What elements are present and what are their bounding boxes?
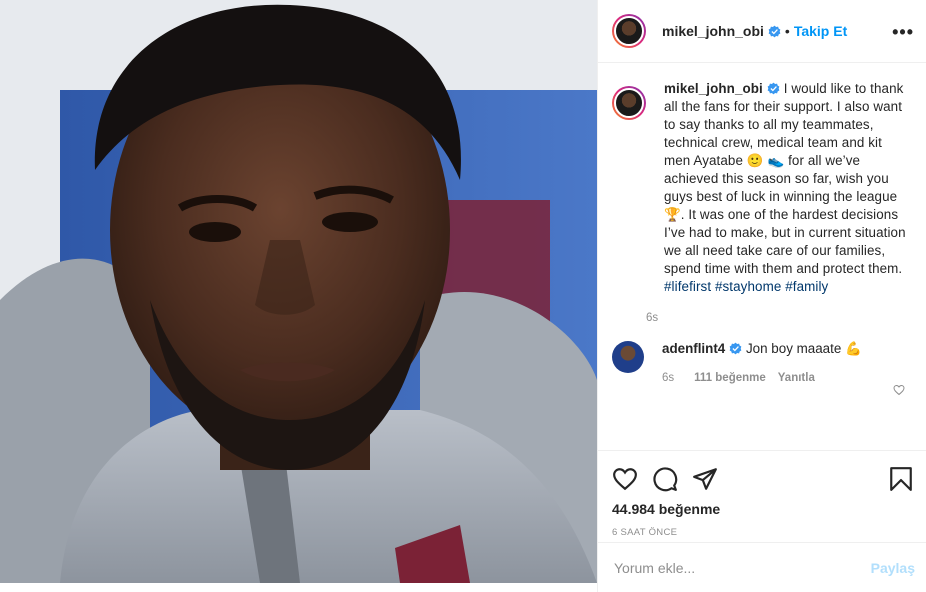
comments-section: mikel_john_obi I would like to thank all… bbox=[598, 64, 926, 450]
post-photo[interactable] bbox=[0, 0, 597, 583]
follow-button[interactable]: Takip Et bbox=[794, 23, 847, 39]
hashtag-lifefirst[interactable]: #lifefirst bbox=[664, 279, 711, 294]
header-separator: • bbox=[784, 23, 790, 39]
caption-part-3: . It was one of the hardest decisions I’… bbox=[664, 207, 906, 276]
comment-row: adenflint4 Jon boy maaate 💪 6s 111 beğenm… bbox=[612, 340, 913, 384]
caption-row: mikel_john_obi I would like to thank all… bbox=[612, 80, 913, 324]
flexed-biceps-emoji: 💪 bbox=[845, 341, 862, 356]
caption-author-avatar[interactable] bbox=[612, 86, 646, 120]
hashtag-family[interactable]: #family bbox=[785, 279, 828, 294]
action-icons-bar bbox=[612, 459, 913, 499]
post-time-ago[interactable]: 6 SAAT ÖNCE bbox=[612, 527, 913, 538]
post-actions: 44.984 beğenme 6 SAAT ÖNCE bbox=[598, 450, 926, 538]
comment-body: Jon boy maaate bbox=[745, 341, 842, 356]
commenter-avatar[interactable] bbox=[612, 341, 644, 373]
comment-text: adenflint4 Jon boy maaate 💪 bbox=[662, 340, 862, 358]
share-icon[interactable] bbox=[692, 466, 718, 492]
author-username[interactable]: mikel_john_obi bbox=[662, 23, 764, 39]
reply-button[interactable]: Yanıtla bbox=[778, 372, 815, 384]
add-comment-bar: Paylaş bbox=[598, 542, 926, 592]
likes-count[interactable]: 44.984 beğenme bbox=[612, 501, 913, 517]
verified-badge-icon bbox=[768, 25, 781, 37]
verified-badge-icon bbox=[729, 342, 742, 355]
post-header: mikel_john_obi • Takip Et ••• bbox=[598, 0, 926, 63]
post-comment-button[interactable]: Paylaş bbox=[871, 560, 915, 576]
comment-input[interactable] bbox=[614, 559, 871, 576]
comment-icon[interactable] bbox=[652, 466, 678, 492]
heart-icon[interactable] bbox=[612, 466, 638, 492]
trophy-emoji: 🏆 bbox=[664, 207, 681, 222]
caption-username[interactable]: mikel_john_obi bbox=[664, 81, 763, 96]
caption-text: mikel_john_obi I would like to thank all… bbox=[664, 80, 910, 296]
commenter-username[interactable]: adenflint4 bbox=[662, 341, 725, 356]
hashtag-stayhome[interactable]: #stayhome bbox=[715, 279, 781, 294]
slightly-smiling-emoji: 🙂 bbox=[746, 153, 764, 168]
more-options-icon[interactable]: ••• bbox=[892, 22, 914, 43]
comment-like-heart-icon[interactable] bbox=[893, 384, 905, 396]
verified-badge-icon bbox=[767, 82, 780, 95]
player-portrait-image bbox=[0, 0, 597, 583]
caption-time[interactable]: 6s bbox=[646, 312, 910, 324]
bookmark-icon[interactable] bbox=[889, 466, 913, 492]
post-side-panel: mikel_john_obi • Takip Et ••• mikel_john… bbox=[597, 0, 926, 592]
author-avatar[interactable] bbox=[612, 14, 646, 48]
comment-likes[interactable]: 111 beğenme bbox=[694, 372, 766, 384]
comment-meta: 6s 111 beğenme Yanıtla bbox=[662, 372, 862, 384]
comment-time[interactable]: 6s bbox=[662, 372, 674, 384]
shoe-emoji: 👟 bbox=[767, 153, 785, 168]
